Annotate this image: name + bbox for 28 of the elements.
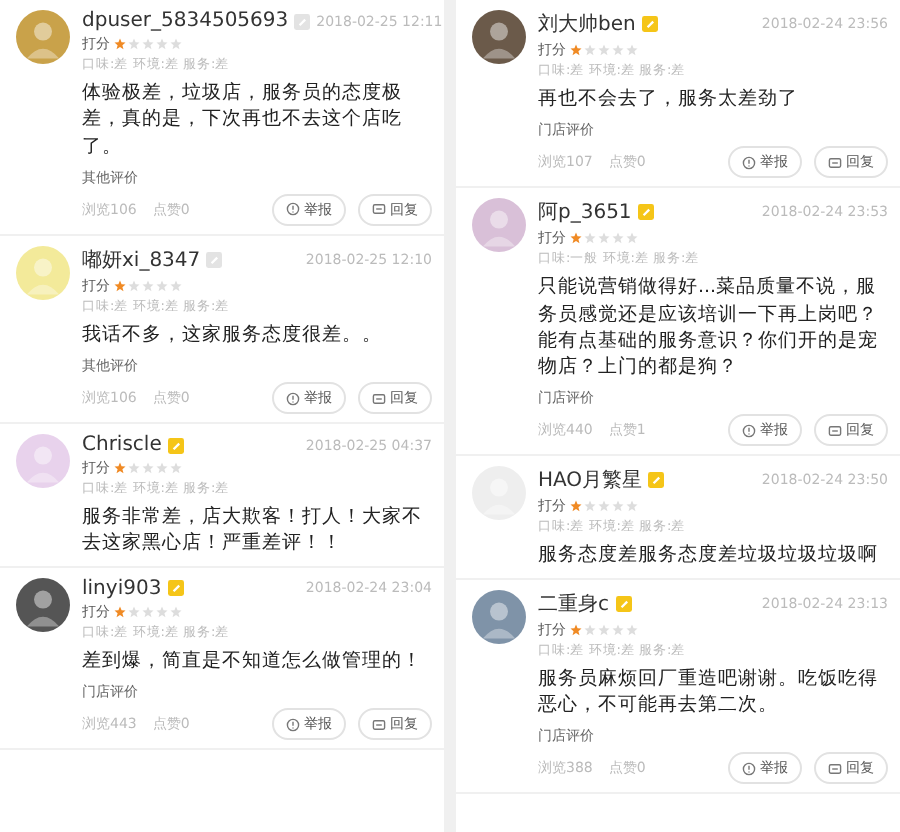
user-name[interactable]: Chriscle: [82, 434, 162, 457]
alert-icon: [286, 717, 300, 732]
user-name[interactable]: 阿p_3651: [538, 198, 632, 227]
review-text: 体验极差，垃圾店，服务员的态度极差，真的是，下次再也不去这个店吃了。: [82, 80, 404, 160]
review-text: 服务非常差，店大欺客！打人！大家不去这家黑心店！严重差评！！: [82, 504, 424, 558]
user-name[interactable]: dpuser_5834505693: [82, 10, 289, 32]
alert-icon: [742, 155, 756, 170]
alert-icon: [742, 761, 756, 776]
user-name[interactable]: linyi903: [82, 577, 162, 600]
message-icon: [828, 155, 842, 170]
review-text: 只能说营销做得好...菜品质量不说，服务员感觉还是应该培训一下再上岗吧？能有点基础的服务意识？你们开的是宠物店？上门的都是狗？: [538, 274, 880, 381]
review-text: 差到爆，简直是不知道怎么做管理的！: [82, 647, 424, 675]
alert-icon: [286, 202, 300, 217]
message-icon: [372, 391, 386, 406]
user-name[interactable]: 二重身c: [538, 589, 609, 618]
user-name[interactable]: 嘟妍xi_8347: [82, 245, 201, 274]
review-text: 再也不会去了，服务太差劲了: [538, 86, 800, 113]
message-icon: [372, 202, 386, 217]
user-name[interactable]: 刘大帅ben: [538, 10, 636, 38]
review-text: 我话不多，这家服务态度很差。。: [82, 321, 384, 349]
message-icon: [372, 717, 386, 732]
alert-icon: [742, 423, 756, 438]
review-text: 服务态度差服务态度差垃圾垃圾垃圾啊: [538, 542, 880, 570]
alert-icon: [286, 391, 300, 406]
review-text: 服务员麻烦回厂重造吧谢谢。吃饭吃得恶心，不可能再去第二次。: [538, 665, 880, 719]
message-icon: [828, 423, 842, 438]
user-name[interactable]: HAO月繁星: [538, 466, 643, 495]
message-icon: [828, 761, 842, 776]
